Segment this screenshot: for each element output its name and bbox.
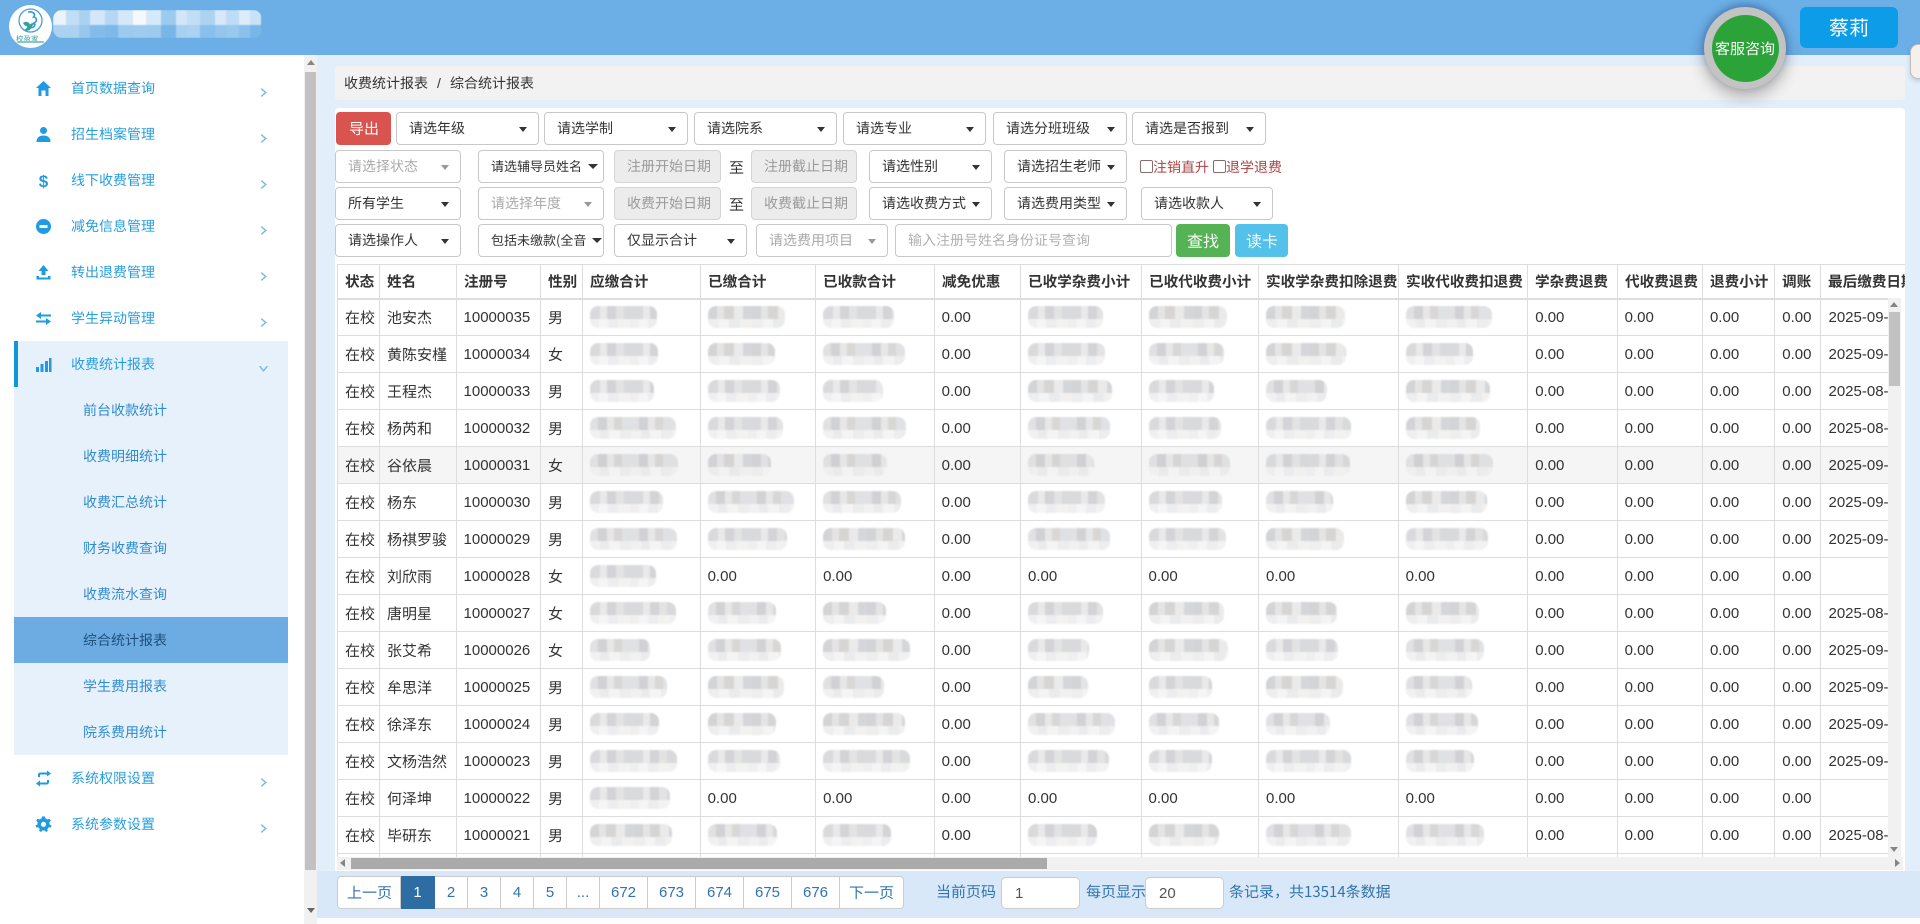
svg-text:$: $ [39, 172, 49, 189]
